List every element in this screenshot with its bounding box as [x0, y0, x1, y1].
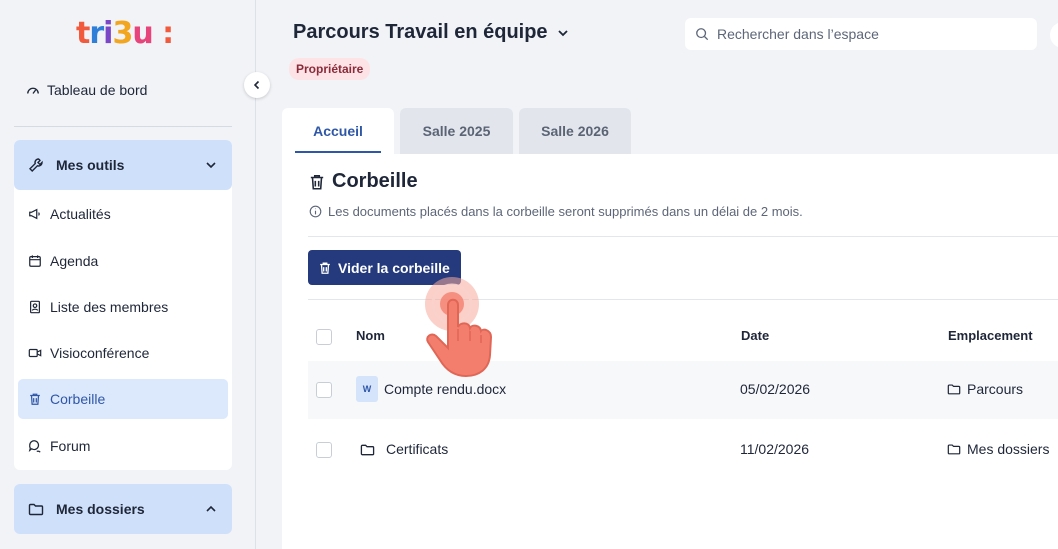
sidebar-item-label: Actualités: [50, 206, 111, 222]
calendar-icon: [28, 254, 42, 268]
file-name-cell: Certificats: [360, 441, 448, 457]
trash-icon: [318, 261, 332, 275]
wrench-icon: [28, 157, 48, 173]
sidebar-item-label: Forum: [50, 438, 91, 454]
divider: [308, 236, 1058, 237]
location-text: Parcours: [967, 381, 1024, 397]
folder-icon: [28, 501, 48, 517]
group-label: Mes dossiers: [56, 501, 145, 517]
page-title-text: Corbeille: [332, 170, 418, 192]
sidebar-item-label: Liste des membres: [50, 299, 169, 315]
location-cell: Parcours: [947, 381, 1023, 397]
sidebar-item-forum[interactable]: Forum: [18, 426, 228, 466]
column-header-date[interactable]: Date: [741, 328, 769, 343]
location-cell: Mes dossiers: [947, 441, 1049, 457]
folder-icon: [947, 442, 961, 456]
table-row[interactable]: Certificats 11/02/2026 Mes dossiers: [308, 421, 1058, 479]
file-name: Certificats: [386, 441, 449, 457]
trash-icon: [308, 173, 326, 191]
sidebar-item-label: Visioconférence: [50, 345, 150, 361]
role-badge: Propriétaire: [289, 58, 371, 80]
search-icon: [695, 27, 709, 41]
tab-salle-2025[interactable]: Salle 2025: [400, 108, 513, 154]
location-text: Mes dossiers: [967, 441, 1050, 457]
group-label: Mes outils: [56, 157, 125, 173]
page-title: Corbeille: [308, 170, 418, 193]
divider: [14, 126, 232, 127]
tab-accueil[interactable]: Accueil: [282, 108, 394, 154]
sidebar-item-membres[interactable]: Liste des membres: [18, 287, 228, 327]
sidebar-item-label: Corbeille: [50, 391, 106, 407]
row-checkbox[interactable]: [316, 382, 332, 398]
word-doc-icon: W: [356, 376, 378, 402]
space-title[interactable]: Parcours Travail en équipe: [293, 21, 570, 44]
tab-label: Accueil: [313, 123, 363, 139]
sidebar-item-actualites[interactable]: Actualités: [18, 194, 228, 234]
chevron-left-icon: [251, 79, 263, 91]
empty-trash-label: Vider la corbeille: [338, 259, 450, 276]
folder-icon: [360, 442, 380, 457]
megaphone-icon: [28, 207, 42, 221]
header-action-button[interactable]: [1050, 22, 1058, 48]
chat-icon: [28, 439, 42, 453]
contacts-icon: [28, 300, 42, 314]
tab-salle-2026[interactable]: Salle 2026: [519, 108, 631, 154]
info-text-content: Les documents placés dans la corbeille s…: [328, 204, 803, 219]
pointer-hand-icon: [418, 275, 518, 386]
sidebar: tri3u : Tableau de bord Mes outils Actua…: [0, 0, 256, 549]
column-header-location[interactable]: Emplacement: [948, 328, 1033, 343]
tribu-logo[interactable]: tri3u :: [76, 18, 174, 50]
sidebar-item-label: Tableau de bord: [47, 82, 148, 98]
tab-label: Salle 2026: [541, 123, 609, 139]
collapse-sidebar-button[interactable]: [244, 72, 270, 98]
tab-label: Salle 2025: [422, 123, 491, 139]
gauge-icon: [26, 83, 40, 97]
folder-icon: [947, 382, 961, 396]
date-cell: 05/02/2026: [740, 381, 811, 397]
info-text: Les documents placés dans la corbeille s…: [309, 204, 803, 219]
chevron-down-icon: [556, 26, 570, 40]
column-header-name[interactable]: Nom: [356, 328, 385, 343]
row-checkbox[interactable]: [316, 442, 332, 458]
space-title-text: Parcours Travail en équipe: [293, 21, 548, 43]
trash-icon: [28, 392, 42, 406]
chevron-down-icon: [204, 158, 218, 172]
info-icon: [309, 205, 322, 218]
active-tab-indicator: [295, 151, 381, 153]
chevron-up-icon: [204, 502, 218, 516]
group-mes-dossiers[interactable]: Mes dossiers: [14, 484, 232, 534]
sidebar-item-label: Agenda: [50, 253, 99, 269]
search-bar[interactable]: [685, 18, 1037, 50]
sidebar-item-visio[interactable]: Visioconférence: [18, 333, 228, 373]
group-mes-outils[interactable]: Mes outils: [14, 140, 232, 190]
sidebar-item-agenda[interactable]: Agenda: [18, 241, 228, 281]
search-input[interactable]: [717, 26, 1017, 42]
video-icon: [28, 346, 42, 360]
select-all-checkbox[interactable]: [316, 329, 332, 345]
sidebar-item-dashboard[interactable]: Tableau de bord: [26, 82, 147, 98]
date-cell: 11/02/2026: [740, 441, 810, 457]
sidebar-item-corbeille[interactable]: Corbeille: [18, 379, 228, 419]
